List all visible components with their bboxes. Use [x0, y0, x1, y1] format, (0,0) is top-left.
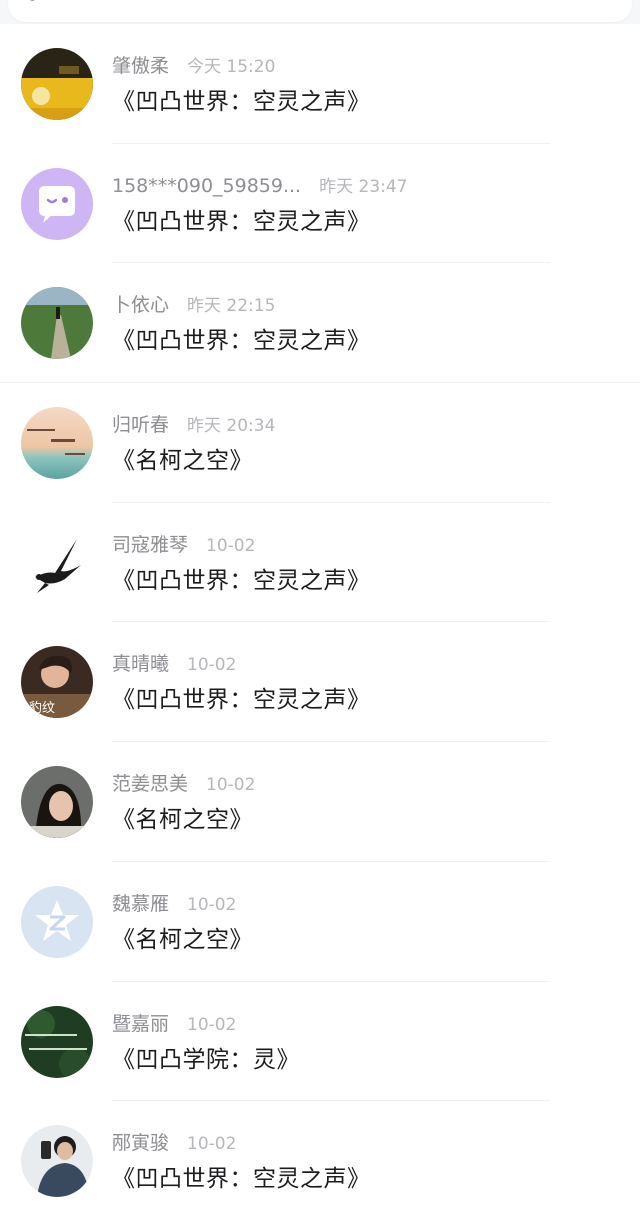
- user-avatar[interactable]: [21, 766, 93, 839]
- conversation-row[interactable]: 暨嘉丽 10-02 《凹凸学院：灵》: [0, 982, 640, 1102]
- contact-name: 卜依心: [112, 294, 170, 317]
- timestamp: 今天 15:20: [187, 57, 276, 77]
- user-avatar[interactable]: [21, 526, 93, 599]
- user-avatar[interactable]: [21, 1005, 93, 1078]
- contact-name: 真晴曦: [112, 653, 170, 676]
- contact-name: 归听春: [112, 414, 170, 437]
- conversation-row[interactable]: 司寇雅琴 10-02 《凹凸世界：空灵之声》: [0, 503, 640, 623]
- contact-name: 司寇雅琴: [112, 533, 189, 556]
- conversation-row[interactable]: 邴寅骏 10-02 《凹凸世界：空灵之声》: [0, 1101, 640, 1221]
- photo-avatar-icon: [21, 287, 93, 360]
- photo-avatar-icon: [21, 407, 93, 480]
- swallow-bird-icon: [21, 526, 93, 599]
- photo-avatar-icon: [21, 766, 93, 839]
- default-star-icon: [21, 885, 93, 958]
- conversation-row[interactable]: 158***090_59859... 昨天 23:47 《凹凸世界：空灵之声》: [0, 144, 640, 264]
- timestamp: 10-02: [187, 894, 237, 915]
- timestamp: 10-02: [206, 535, 256, 556]
- message-preview: 《凹凸世界：空灵之声》: [112, 687, 371, 714]
- timestamp: 昨天 20:34: [187, 416, 276, 437]
- user-avatar[interactable]: 豹纹: [21, 646, 93, 719]
- conversation-row[interactable]: 卜依心 昨天 22:15 《凹凸世界：空灵之声》: [0, 263, 640, 384]
- message-preview: 《名柯之空》: [112, 926, 253, 953]
- message-preview: 《名柯之空》: [112, 807, 253, 834]
- contact-name: 158***090_59859...: [112, 174, 302, 197]
- chat-bubble-icon: [21, 167, 93, 240]
- conversation-row[interactable]: 魏慕雁 10-02 《名柯之空》: [0, 862, 640, 982]
- contact-name: 暨嘉丽: [112, 1012, 170, 1035]
- top-bar: [0, 0, 640, 24]
- contact-name: 魏慕雁: [112, 892, 170, 915]
- conversation-list: 肇傲柔 今天 15:20 《凹凸世界：空灵之声》 158***090_59859.…: [0, 24, 640, 1221]
- contact-name: 邴寅骏: [112, 1132, 170, 1155]
- timestamp: 昨天 23:47: [319, 176, 408, 197]
- conversation-row[interactable]: 肇傲柔 今天 15:20 《凹凸世界：空灵之声》: [0, 24, 640, 144]
- search-bar[interactable]: [8, 0, 632, 22]
- message-preview: 《凹凸世界：空灵之声》: [112, 1166, 371, 1193]
- user-avatar[interactable]: [21, 1125, 93, 1198]
- user-avatar[interactable]: [21, 167, 93, 240]
- message-preview: 《凹凸世界：空灵之声》: [112, 567, 371, 594]
- timestamp: 10-02: [187, 655, 237, 676]
- timestamp: 10-02: [206, 775, 256, 796]
- user-avatar[interactable]: [21, 287, 93, 360]
- message-preview: 《凹凸世界：空灵之声》: [112, 328, 371, 355]
- conversation-row[interactable]: 归听春 昨天 20:34 《名柯之空》: [0, 383, 640, 503]
- photo-avatar-icon: [21, 1125, 93, 1198]
- timestamp: 昨天 22:15: [187, 296, 276, 317]
- user-avatar[interactable]: [21, 885, 93, 958]
- avatar-caption: 豹纹: [29, 701, 55, 716]
- timestamp: 10-02: [187, 1014, 237, 1035]
- photo-avatar-icon: [21, 48, 93, 120]
- photo-avatar-icon: 豹纹: [21, 646, 93, 719]
- message-preview: 《凹凸学院：灵》: [112, 1046, 300, 1073]
- user-avatar[interactable]: [21, 407, 93, 480]
- conversation-row[interactable]: 范姜思美 10-02 《名柯之空》: [0, 742, 640, 862]
- message-preview: 《凹凸世界：空灵之声》: [112, 89, 371, 115]
- contact-name: 肇傲柔: [112, 55, 170, 77]
- photo-avatar-icon: [21, 1005, 93, 1078]
- timestamp: 10-02: [187, 1134, 237, 1155]
- user-avatar[interactable]: [21, 48, 93, 120]
- message-preview: 《名柯之空》: [112, 448, 253, 475]
- search-icon[interactable]: [26, 0, 38, 6]
- contact-name: 范姜思美: [112, 773, 189, 796]
- conversation-row[interactable]: 豹纹 真晴曦 10-02 《凹凸世界：空灵之声》: [0, 622, 640, 743]
- message-preview: 《凹凸世界：空灵之声》: [112, 208, 371, 235]
